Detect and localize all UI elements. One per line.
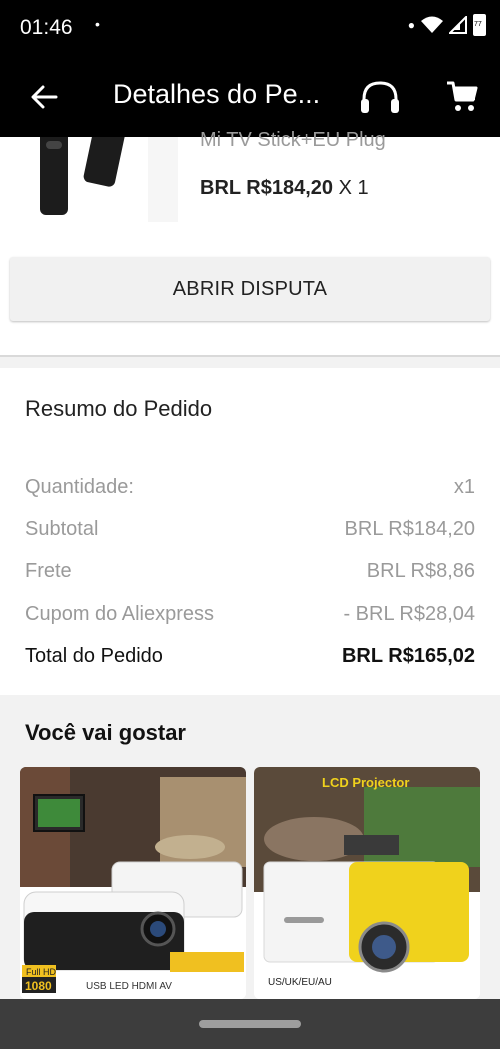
dot-icon: ● — [407, 18, 415, 32]
summary-title: Resumo do Pedido — [25, 396, 213, 421]
projector-image: Full HD 1080 USB LED HDMI AV — [20, 767, 246, 999]
summary-row-total: Total do Pedido BRL R$165,02 — [25, 645, 475, 668]
summary-label: Frete — [25, 560, 72, 582]
support-button[interactable] — [356, 75, 404, 119]
summary-value: BRL R$8,86 — [366, 560, 475, 582]
card-tag: LCD Projector — [322, 775, 409, 790]
product-price: BRL R$184,20 — [200, 177, 334, 199]
badge-full-hd: Full HD — [26, 967, 57, 977]
wifi-icon — [421, 16, 443, 33]
product-section: Mi TV Stick+EU Plug BRL R$184,20 X 1 ABR… — [0, 129, 500, 355]
summary-row-quantity: Quantidade: x1 — [25, 476, 475, 499]
cart-button[interactable] — [440, 75, 484, 119]
page-title: Detalhes do Pe... — [113, 79, 321, 109]
product-quantity: X 1 — [338, 177, 369, 199]
status-bar: 01:46 • ● 77 — [0, 0, 500, 57]
card-features: USB LED HDMI AV — [86, 981, 172, 992]
product-name[interactable]: Mi TV Stick+EU Plug — [200, 129, 386, 152]
card-regions: US/UK/EU/AU — [268, 977, 332, 988]
battery-icon: 77 — [473, 14, 486, 36]
recommendation-card[interactable]: Full HD 1080 USB LED HDMI AV — [20, 767, 246, 999]
recommendation-card[interactable]: LCD Projector US/UK/EU/AU — [254, 767, 480, 999]
notification-dot: • — [95, 16, 100, 32]
headset-icon — [361, 81, 399, 113]
cart-icon — [447, 81, 478, 111]
summary-row-shipping: Frete BRL R$8,86 — [25, 560, 475, 583]
summary-value: - BRL R$28,04 — [343, 603, 475, 625]
summary-row-subtotal: Subtotal BRL R$184,20 — [25, 518, 475, 541]
summary-value: BRL R$184,20 — [344, 518, 475, 540]
system-nav-bar — [0, 999, 500, 1049]
battery-level: 77 — [474, 21, 482, 28]
recommendations-section: Você vai gostar Full HD 1080 USB LED HDM… — [0, 695, 500, 999]
back-button[interactable] — [24, 77, 64, 117]
summary-value: BRL R$165,02 — [341, 645, 475, 667]
summary-label: Cupom do Aliexpress — [25, 603, 214, 625]
order-summary: Resumo do Pedido Quantidade: x1 Subtotal… — [0, 368, 500, 695]
badge-1080: 1080 — [25, 979, 52, 993]
recommendations-title: Você vai gostar — [25, 720, 186, 745]
summary-value: x1 — [453, 476, 475, 498]
summary-label: Subtotal — [25, 518, 99, 540]
section-divider — [0, 355, 500, 357]
app-bar: Detalhes do Pe... — [0, 57, 500, 137]
product-price-line: BRL R$184,20 X 1 — [200, 177, 369, 200]
summary-label: Total do Pedido — [25, 645, 163, 667]
arrow-left-icon — [31, 85, 58, 109]
status-time: 01:46 — [20, 16, 73, 39]
projector-image: LCD Projector US/UK/EU/AU — [254, 767, 480, 999]
summary-label: Quantidade: — [25, 476, 134, 498]
home-gesture-handle[interactable] — [199, 1020, 301, 1028]
product-image[interactable] — [30, 137, 180, 222]
summary-row-coupon: Cupom do Aliexpress - BRL R$28,04 — [25, 603, 475, 626]
open-dispute-button[interactable]: ABRIR DISPUTA — [10, 257, 490, 321]
status-icons: ● 77 — [408, 14, 486, 36]
signal-icon — [449, 16, 467, 34]
